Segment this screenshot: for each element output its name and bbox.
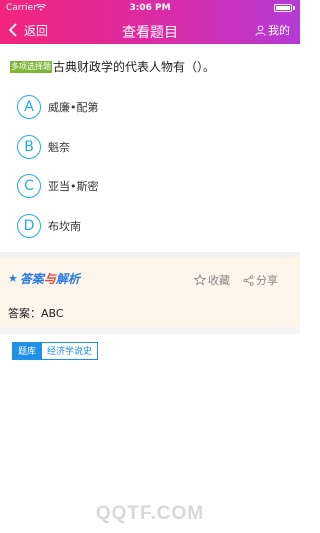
status-bar: Carrier 3:06 PM xyxy=(0,0,300,16)
star-icon: ★ xyxy=(8,272,18,285)
breadcrumb: 题库 经济学说史 xyxy=(12,342,99,360)
share-button[interactable]: 分享 xyxy=(243,272,278,288)
watermark: QQTF.COM xyxy=(95,503,205,524)
option-letter: D xyxy=(17,214,41,238)
option-b[interactable]: B 魁奈 xyxy=(17,134,70,160)
option-text: 魁奈 xyxy=(48,141,70,154)
user-icon xyxy=(255,24,266,36)
battery-tip xyxy=(293,6,295,10)
share-icon xyxy=(243,274,254,286)
option-text: 威廉•配第 xyxy=(48,101,99,114)
nav-bar: 返回 查看题目 我的 xyxy=(0,16,300,44)
favorite-button[interactable]: 收藏 xyxy=(194,272,230,288)
breadcrumb-item-subject[interactable]: 经济学说史 xyxy=(42,342,99,360)
share-label: 分享 xyxy=(256,274,278,287)
question-type-tag: 多项选择题 xyxy=(10,61,52,73)
section-divider xyxy=(0,327,300,334)
answer-text: 答案：ABC xyxy=(8,307,64,320)
breadcrumb-item-question-bank[interactable]: 题库 xyxy=(12,342,43,360)
option-letter: B xyxy=(17,135,41,159)
battery-icon xyxy=(274,4,292,12)
option-letter: C xyxy=(17,174,41,198)
answer-analysis-logo: ★ 答案 与 解析 xyxy=(8,270,80,287)
star-outline-icon xyxy=(194,274,206,286)
logo-part-analysis: 解析 xyxy=(55,272,80,286)
logo-part-and: 与 xyxy=(43,272,56,286)
mine-label: 我的 xyxy=(268,24,290,37)
mine-button[interactable]: 我的 xyxy=(255,22,290,38)
status-time: 3:06 PM xyxy=(129,3,171,13)
option-a[interactable]: A 威廉•配第 xyxy=(17,94,99,120)
option-text: 布坎南 xyxy=(48,220,81,233)
option-text: 亚当•斯密 xyxy=(48,180,99,193)
option-c[interactable]: C 亚当•斯密 xyxy=(17,173,99,199)
app-header: Carrier 3:06 PM 返回 查看题目 我的 xyxy=(0,0,300,44)
question-stem: 多项选择题 古典财政学的代表人物有（）。 xyxy=(10,58,295,76)
answer-panel: ★ 答案 与 解析 收藏 分享 答案：ABC xyxy=(0,257,300,327)
favorite-label: 收藏 xyxy=(208,274,230,287)
question-text: 古典财政学的代表人物有（）。 xyxy=(53,60,216,74)
option-d[interactable]: D 布坎南 xyxy=(17,213,81,239)
option-letter: A xyxy=(17,95,41,119)
logo-part-answer: 答案 xyxy=(19,272,44,286)
